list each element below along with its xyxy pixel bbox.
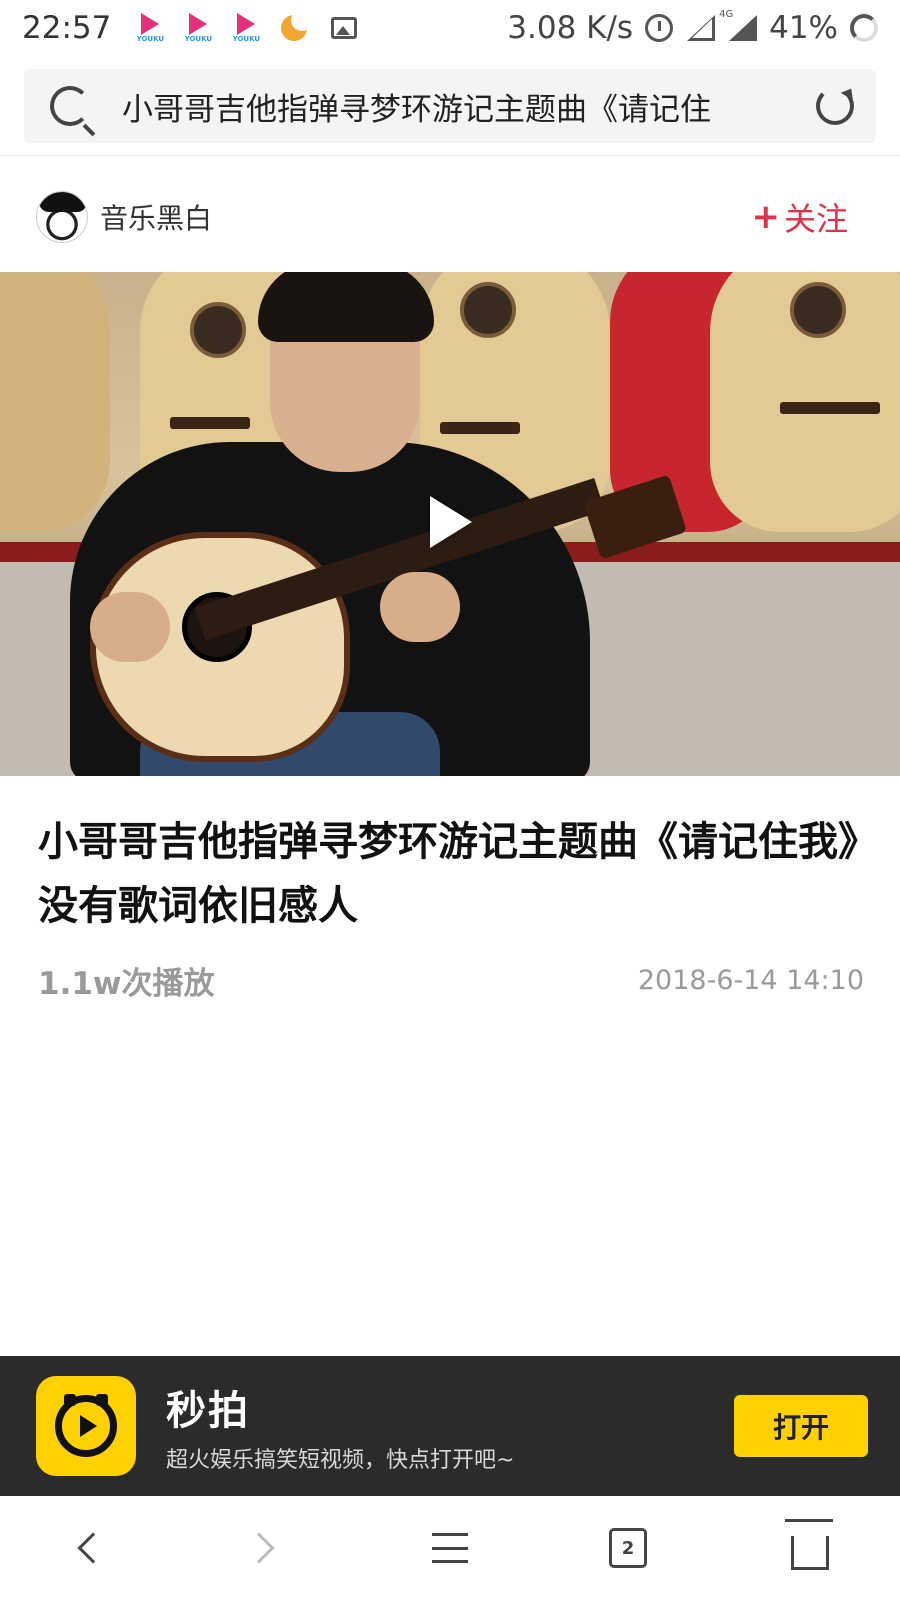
status-bar: 22:57 YOUKU YOUKU YOUKU 3.08 K/s 4G 41%: [0, 0, 900, 56]
guitar-soundhole: [190, 302, 246, 358]
logo-ear: [96, 1394, 108, 1406]
guitar-soundhole: [790, 282, 846, 338]
menu-icon: [432, 1533, 468, 1563]
publish-time: 2018-6-14 14:10: [637, 965, 864, 996]
logo-ear: [64, 1394, 76, 1406]
network-speed: 3.08 K/s: [507, 10, 634, 46]
video-title: 小哥哥吉他指弹寻梦环游记主题曲《请记住我》没有歌词依旧感人: [38, 819, 858, 929]
signal-icon: [685, 13, 716, 43]
back-button[interactable]: [58, 1520, 118, 1576]
status-time: 22:57: [22, 10, 112, 46]
play-icon[interactable]: [430, 496, 472, 548]
search-header: 小哥哥吉他指弹寻梦环游记主题曲《请记住: [0, 56, 900, 156]
tabs-icon: 2: [609, 1528, 647, 1568]
video-player[interactable]: [0, 272, 900, 776]
background-guitar: [0, 272, 110, 532]
logo-play-icon: [80, 1415, 97, 1437]
gallery-icon: [331, 17, 358, 39]
chevron-right-icon: [243, 1532, 275, 1564]
youku-icon: YOUKU: [229, 11, 263, 45]
home-icon: [785, 1519, 833, 1570]
notification-icons: YOUKU YOUKU YOUKU: [133, 11, 358, 45]
guitar-bridge: [170, 417, 250, 429]
forward-button[interactable]: [234, 1520, 294, 1576]
guitar-bridge: [780, 402, 880, 414]
network-type: 4G: [719, 9, 734, 20]
author-name[interactable]: 音乐黑白: [100, 197, 212, 237]
guitar-soundhole: [460, 282, 516, 338]
browser-bottom-nav: 2: [0, 1496, 900, 1600]
avatar[interactable]: [36, 191, 88, 243]
tabs-button[interactable]: 2: [598, 1520, 658, 1576]
guitar-bridge: [440, 422, 520, 434]
moon-icon: [281, 15, 308, 41]
app-banner-text: 秒拍 超火娱乐搞笑短视频，快点打开吧~: [166, 1378, 514, 1474]
search-bar[interactable]: 小哥哥吉他指弹寻梦环游记主题曲《请记住: [24, 69, 876, 143]
plus-icon: +: [751, 197, 780, 237]
app-slogan: 超火娱乐搞笑短视频，快点打开吧~: [166, 1448, 515, 1473]
cellular-signal-icon: 4G: [719, 9, 758, 43]
performer-hair: [258, 272, 434, 342]
youku-icon: YOUKU: [133, 11, 167, 45]
miaopai-logo-icon: [36, 1376, 136, 1476]
performer-hand: [90, 592, 170, 662]
alarm-icon: [645, 14, 674, 42]
follow-button[interactable]: + 关注: [751, 194, 848, 240]
open-app-button[interactable]: 打开: [734, 1395, 868, 1457]
author-row: 音乐黑白 + 关注: [0, 172, 900, 262]
performer-hand: [380, 572, 460, 642]
home-button[interactable]: [780, 1519, 840, 1576]
search-icon[interactable]: [50, 86, 90, 126]
refresh-icon[interactable]: [816, 87, 854, 125]
youku-icon: YOUKU: [181, 11, 215, 45]
battery-icon: [850, 14, 878, 42]
app-download-banner[interactable]: 秒拍 超火娱乐搞笑短视频，快点打开吧~ 打开: [0, 1356, 900, 1496]
video-meta: 1.1w次播放 2018-6-14 14:10: [38, 958, 864, 1003]
chevron-left-icon: [77, 1532, 109, 1564]
menu-button[interactable]: [420, 1520, 480, 1576]
play-count: 1.1w次播放: [38, 966, 215, 1002]
follow-label: 关注: [783, 200, 848, 238]
app-name: 秒拍: [166, 1388, 250, 1434]
battery-percent: 41%: [769, 10, 838, 46]
search-query[interactable]: 小哥哥吉他指弹寻梦环游记主题曲《请记住: [122, 84, 782, 129]
